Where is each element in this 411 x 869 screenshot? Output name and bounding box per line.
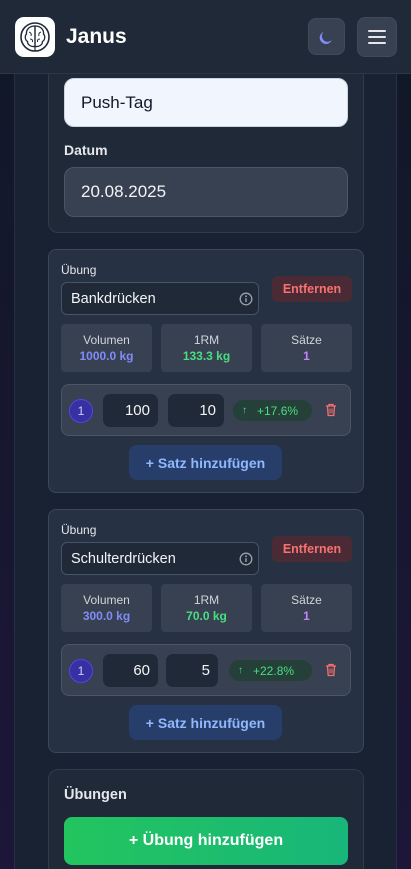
info-icon[interactable] [239, 292, 253, 306]
sets-stat: Sätze 1 [261, 584, 352, 632]
one-rep-max-label: 1RM [193, 333, 220, 347]
trash-icon[interactable] [325, 663, 337, 677]
reps-input[interactable]: 5 [166, 654, 218, 687]
one-rep-max-label: 1RM [193, 593, 220, 607]
trash-icon[interactable] [325, 403, 337, 417]
volume-label: Volumen [83, 333, 130, 347]
exercise-label: Übung [61, 263, 97, 277]
arrow-up-icon: ↑ [238, 665, 243, 676]
logo[interactable] [15, 17, 55, 57]
hamburger-menu-icon [368, 30, 386, 44]
progress-badge: ↑ +22.8% [229, 660, 312, 681]
theme-toggle-button[interactable] [308, 18, 345, 55]
one-rep-max-stat: 1RM 70.0 kg [161, 584, 252, 632]
exercise-name-value: Bankdrücken [71, 290, 156, 307]
add-exercise-button[interactable]: + Übung hinzufügen [64, 817, 348, 865]
remove-exercise-button[interactable]: Entfernen [272, 276, 352, 302]
reps-input[interactable]: 10 [168, 394, 224, 427]
set-row: 1 60 5 ↑ +22.8% [61, 644, 351, 696]
app-title: Janus [66, 25, 127, 48]
volume-label: Volumen [83, 593, 130, 607]
sets-value: 1 [303, 349, 310, 363]
sets-label: Sätze [291, 333, 322, 347]
exercise-name-input[interactable]: Bankdrücken [61, 282, 259, 315]
add-set-button[interactable]: + Satz hinzufügen [129, 705, 282, 740]
app-header: Janus [0, 0, 411, 74]
exercise-label: Übung [61, 523, 97, 537]
exercise-name-input[interactable]: Schulterdrücken [61, 542, 259, 575]
sets-value: 1 [303, 609, 310, 623]
exercises-section-title: Übungen [64, 787, 127, 803]
one-rep-max-stat: 1RM 133.3 kg [161, 324, 252, 372]
exercise-name-value: Schulterdrücken [71, 550, 176, 567]
one-rep-max-value: 133.3 kg [182, 349, 231, 363]
set-row: 1 100 10 ↑ +17.6% [61, 384, 351, 436]
volume-value: 300.0 kg [82, 609, 131, 623]
arrow-up-icon: ↑ [242, 405, 247, 416]
info-icon[interactable] [239, 552, 253, 566]
date-input[interactable]: 20.08.2025 [64, 167, 348, 217]
menu-button[interactable] [357, 17, 397, 57]
weight-input[interactable]: 60 [103, 654, 158, 687]
add-set-button[interactable]: + Satz hinzufügen [129, 445, 282, 480]
volume-value: 1000.0 kg [79, 349, 134, 363]
volume-stat: Volumen 1000.0 kg [61, 324, 152, 372]
moon-icon [319, 31, 332, 44]
progress-badge: ↑ +17.6% [233, 400, 312, 421]
volume-stat: Volumen 300.0 kg [61, 584, 152, 632]
progress-value: +17.6% [257, 403, 299, 418]
progress-value: +22.8% [253, 663, 295, 678]
one-rep-max-value: 70.0 kg [186, 609, 227, 623]
set-number-badge: 1 [69, 659, 93, 683]
date-label: Datum [64, 142, 108, 158]
sets-stat: Sätze 1 [261, 324, 352, 372]
exercise-card: Übung Bankdrücken Entfernen Volumen 1000… [48, 249, 364, 493]
weight-input[interactable]: 100 [103, 394, 158, 427]
exercise-card: Übung Schulterdrücken Entfernen Volumen … [48, 509, 364, 753]
sets-label: Sätze [291, 593, 322, 607]
remove-exercise-button[interactable]: Entfernen [272, 536, 352, 562]
set-number-badge: 1 [69, 399, 93, 423]
brain-icon [20, 22, 50, 52]
workout-name-input[interactable]: Push-Tag [64, 78, 348, 127]
